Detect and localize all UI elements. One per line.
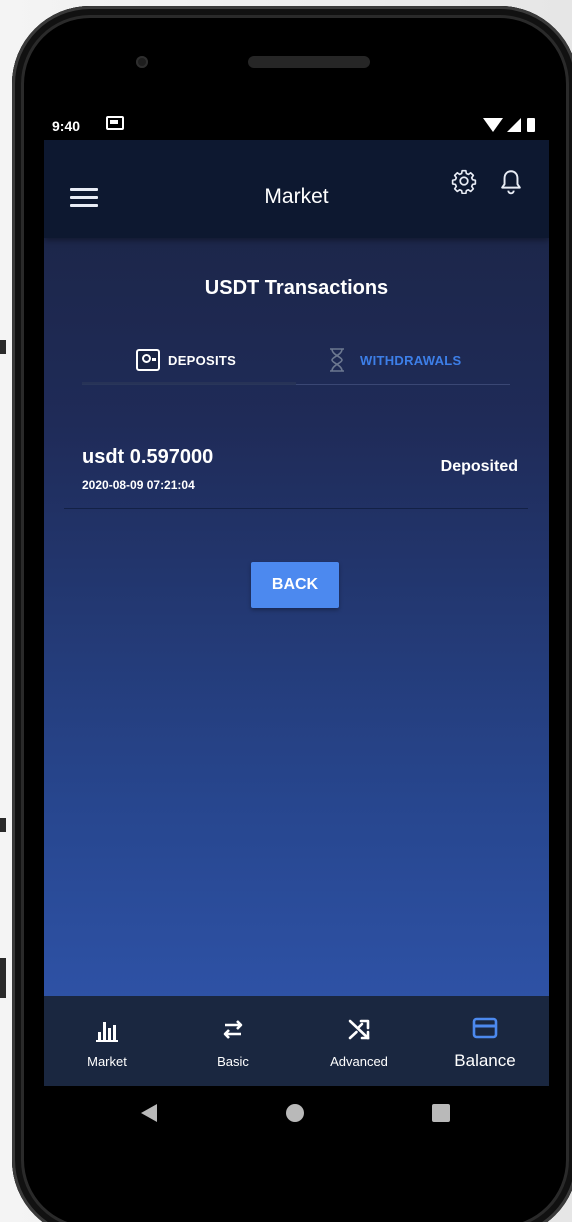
transaction-tabs: DEPOSITS WITHDRAWALS [82,336,510,385]
nav-label-balance: Balance [454,1051,516,1070]
back-button[interactable]: BACK [251,562,339,608]
transaction-row: usdt 0.597000 2020-08-09 07:21:04 Deposi… [64,436,528,509]
nav-item-market[interactable]: Market [44,996,170,1086]
page-title: USDT Transactions [204,277,389,299]
front-camera [136,56,148,68]
tab-withdrawals-label: WITHDRAWALS [360,352,462,368]
deposit-safe-icon [136,349,160,371]
device-frame-stage: 9:40 Market USDT Transactions DEPOSITS W… [0,0,572,1222]
shuffle-icon [348,1019,370,1040]
menu-icon[interactable] [70,188,98,208]
nav-item-advanced[interactable]: Advanced [296,996,422,1086]
edge-mark [0,818,6,832]
tab-deposits[interactable]: DEPOSITS [136,336,236,384]
system-home-button[interactable] [286,1104,304,1122]
system-back-button[interactable] [141,1104,157,1122]
tab-withdrawals[interactable]: WITHDRAWALS [328,336,462,384]
image-notification-icon [106,116,124,130]
app-screen: Market USDT Transactions DEPOSITS WITHDR… [44,140,549,1086]
app-bar-title: Market [264,185,329,208]
tab-indicator [82,382,296,385]
battery-icon [527,118,535,132]
bar-chart-icon [96,1022,118,1042]
nav-item-basic[interactable]: Basic [170,996,296,1086]
status-indicators [483,116,541,134]
system-recents-button[interactable] [432,1104,450,1122]
nav-label-basic: Basic [217,1054,249,1069]
transaction-date: 2020-08-09 07:21:04 [82,478,195,492]
edge-mark [0,958,6,998]
edge-mark [0,340,6,354]
nav-label-advanced: Advanced [330,1054,388,1069]
status-bar: 9:40 [44,110,549,140]
transaction-status: Deposited [440,458,518,475]
swap-arrows-icon [223,1020,243,1039]
bottom-navigation: Market Basic Advanced Balance [44,996,549,1086]
bell-icon[interactable] [498,168,524,196]
gear-icon[interactable] [451,168,477,194]
nav-label-market: Market [87,1054,127,1069]
nav-item-balance[interactable]: Balance [422,996,548,1086]
signal-icon [507,118,521,132]
tab-deposits-label: DEPOSITS [168,352,237,368]
wifi-icon [483,118,503,132]
transaction-amount: usdt 0.597000 [82,446,214,468]
hourglass-icon [330,348,344,372]
card-icon [472,1017,498,1039]
earpiece-speaker [248,56,370,68]
app-bar: Market [44,140,549,238]
status-time: 9:40 [52,118,81,134]
